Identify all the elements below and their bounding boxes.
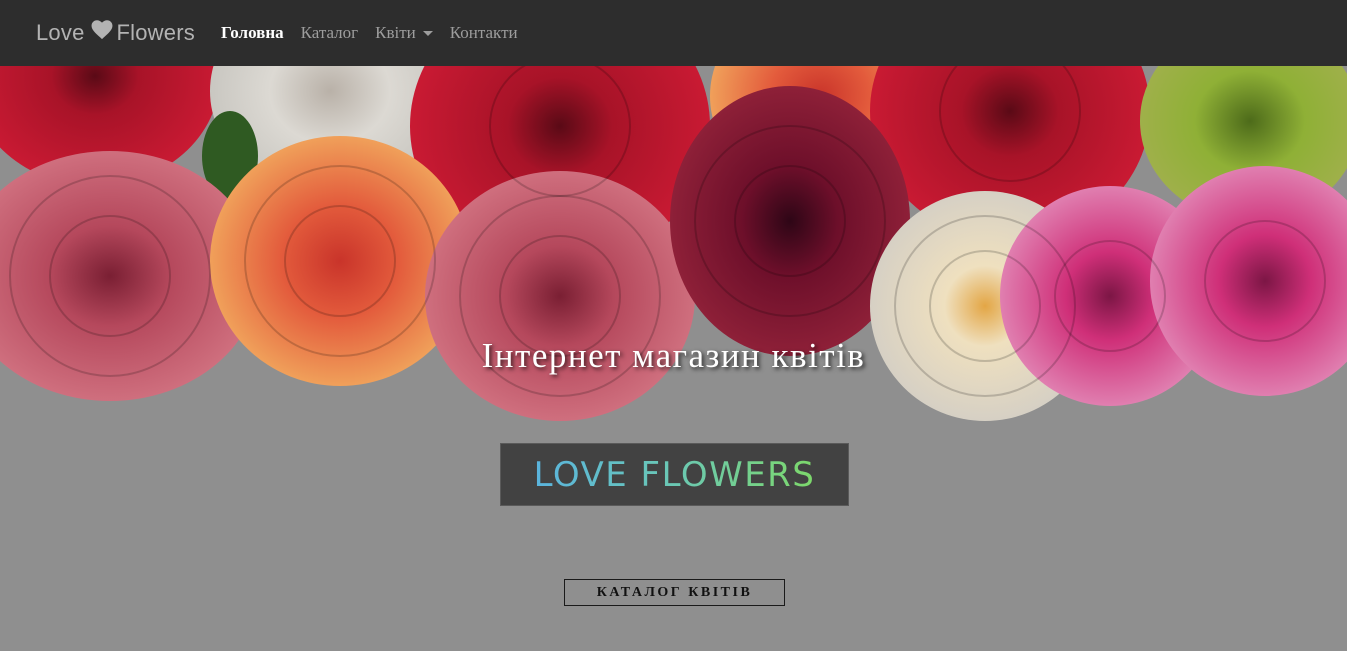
brand-left-text: Love	[36, 20, 85, 45]
nav-item-contacts[interactable]: Контакти	[450, 23, 518, 43]
navbar: Love Flowers Головна Каталог Квіти Конта…	[0, 0, 1347, 66]
love-flowers-logo: LOVE FLOWERS	[500, 443, 849, 506]
nav-item-home[interactable]: Головна	[221, 23, 284, 43]
hero-section: Інтернет магазин квітів LOVE FLOWERS КАТ…	[0, 66, 1347, 651]
brand-logo[interactable]: Love Flowers	[36, 20, 195, 46]
heart-icon	[91, 20, 113, 46]
chevron-down-icon	[422, 30, 433, 36]
nav-item-flowers-label: Квіти	[375, 23, 416, 42]
nav-item-flowers-dropdown[interactable]: Квіти	[375, 23, 433, 43]
flowers-banner-image	[0, 66, 1347, 421]
nav-item-catalog[interactable]: Каталог	[301, 23, 359, 43]
flower-catalog-button[interactable]: КАТАЛОГ КВІТІВ	[564, 579, 785, 606]
hero-title: Інтернет магазин квітів	[481, 336, 866, 375]
logo-text: LOVE FLOWERS	[533, 454, 816, 495]
brand-right-text: Flowers	[116, 20, 195, 45]
